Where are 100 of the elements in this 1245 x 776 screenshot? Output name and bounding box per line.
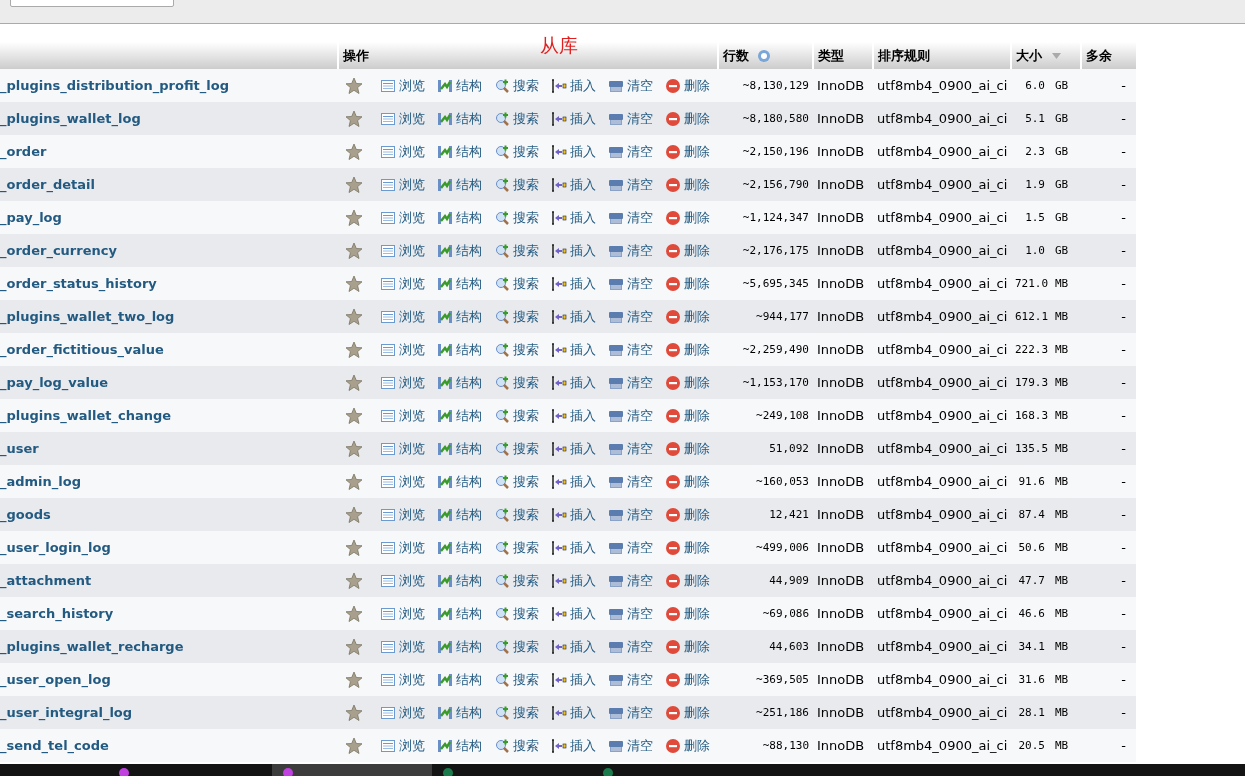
action-link[interactable]: 结构	[437, 406, 482, 425]
action-link[interactable]: 插入	[551, 373, 596, 392]
star-icon[interactable]	[345, 175, 363, 194]
action-link[interactable]: 浏览	[380, 274, 425, 293]
action-link[interactable]: 清空	[608, 538, 653, 557]
action-link[interactable]: 插入	[551, 142, 596, 161]
action-link[interactable]: 结构	[437, 175, 482, 194]
action-link[interactable]: 插入	[551, 406, 596, 425]
table-name-link[interactable]: _admin_log	[0, 474, 82, 489]
action-link[interactable]: 结构	[437, 109, 482, 128]
action-link[interactable]: 搜索	[494, 604, 539, 623]
help-icon[interactable]	[757, 49, 771, 63]
action-link[interactable]: 浏览	[380, 76, 425, 95]
action-link[interactable]: 浏览	[380, 505, 425, 524]
star-icon[interactable]	[345, 736, 363, 755]
action-link[interactable]: 删除	[665, 571, 710, 590]
action-link[interactable]: 结构	[437, 472, 482, 491]
action-link[interactable]: 搜索	[494, 406, 539, 425]
action-link[interactable]: 清空	[608, 736, 653, 755]
action-link[interactable]: 清空	[608, 373, 653, 392]
action-link[interactable]: 结构	[437, 241, 482, 260]
action-link[interactable]: 插入	[551, 637, 596, 656]
action-link[interactable]: 浏览	[380, 208, 425, 227]
star-icon[interactable]	[345, 307, 363, 326]
action-link[interactable]: 清空	[608, 571, 653, 590]
action-link[interactable]: 结构	[437, 340, 482, 359]
action-link[interactable]: 删除	[665, 241, 710, 260]
action-link[interactable]: 结构	[437, 538, 482, 557]
action-link[interactable]: 结构	[437, 274, 482, 293]
action-link[interactable]: 浏览	[380, 109, 425, 128]
action-link[interactable]: 搜索	[494, 109, 539, 128]
action-link[interactable]: 浏览	[380, 604, 425, 623]
action-link[interactable]: 插入	[551, 472, 596, 491]
table-name-link[interactable]: _order_detail	[0, 177, 95, 192]
star-icon[interactable]	[345, 208, 363, 227]
action-link[interactable]: 结构	[437, 439, 482, 458]
action-link[interactable]: 删除	[665, 736, 710, 755]
action-link[interactable]: 插入	[551, 538, 596, 557]
action-link[interactable]: 搜索	[494, 670, 539, 689]
action-link[interactable]: 浏览	[380, 472, 425, 491]
action-link[interactable]: 删除	[665, 340, 710, 359]
action-link[interactable]: 删除	[665, 142, 710, 161]
star-icon[interactable]	[345, 670, 363, 689]
action-link[interactable]: 插入	[551, 505, 596, 524]
action-link[interactable]: 删除	[665, 604, 710, 623]
table-name-link[interactable]: _goods	[0, 507, 51, 522]
star-icon[interactable]	[345, 109, 363, 128]
star-icon[interactable]	[345, 538, 363, 557]
action-link[interactable]: 删除	[665, 472, 710, 491]
table-name-link[interactable]: _user_login_log	[0, 540, 111, 555]
action-link[interactable]: 删除	[665, 703, 710, 722]
action-link[interactable]: 搜索	[494, 703, 539, 722]
action-link[interactable]: 删除	[665, 175, 710, 194]
action-link[interactable]: 删除	[665, 538, 710, 557]
action-link[interactable]: 浏览	[380, 670, 425, 689]
action-link[interactable]: 清空	[608, 505, 653, 524]
action-link[interactable]: 清空	[608, 406, 653, 425]
taskbar-button[interactable]	[272, 764, 432, 776]
action-link[interactable]: 结构	[437, 307, 482, 326]
action-link[interactable]: 插入	[551, 109, 596, 128]
action-link[interactable]: 结构	[437, 142, 482, 161]
action-link[interactable]: 浏览	[380, 736, 425, 755]
star-icon[interactable]	[345, 637, 363, 656]
action-link[interactable]: 搜索	[494, 637, 539, 656]
action-link[interactable]: 结构	[437, 703, 482, 722]
action-link[interactable]: 浏览	[380, 142, 425, 161]
action-link[interactable]: 清空	[608, 604, 653, 623]
action-link[interactable]: 清空	[608, 274, 653, 293]
app-icon[interactable]	[602, 767, 614, 776]
action-link[interactable]: 结构	[437, 571, 482, 590]
star-icon[interactable]	[345, 241, 363, 260]
table-name-link[interactable]: _search_history	[0, 606, 114, 621]
action-link[interactable]: 删除	[665, 274, 710, 293]
action-link[interactable]: 浏览	[380, 703, 425, 722]
table-name-link[interactable]: _order	[0, 144, 47, 159]
table-name-link[interactable]: _plugins_wallet_log	[0, 111, 141, 126]
action-link[interactable]: 删除	[665, 406, 710, 425]
action-link[interactable]: 搜索	[494, 241, 539, 260]
action-link[interactable]: 搜索	[494, 472, 539, 491]
table-name-link[interactable]: _user_integral_log	[0, 705, 133, 720]
action-link[interactable]: 清空	[608, 175, 653, 194]
action-link[interactable]: 搜索	[494, 142, 539, 161]
action-link[interactable]: 浏览	[380, 241, 425, 260]
action-link[interactable]: 插入	[551, 208, 596, 227]
action-link[interactable]: 删除	[665, 439, 710, 458]
star-icon[interactable]	[345, 703, 363, 722]
action-link[interactable]: 删除	[665, 76, 710, 95]
action-link[interactable]: 浏览	[380, 406, 425, 425]
action-link[interactable]: 插入	[551, 76, 596, 95]
sort-down-icon[interactable]	[1052, 53, 1061, 59]
action-link[interactable]: 搜索	[494, 340, 539, 359]
action-link[interactable]: 搜索	[494, 505, 539, 524]
action-link[interactable]: 清空	[608, 76, 653, 95]
action-link[interactable]: 结构	[437, 670, 482, 689]
action-link[interactable]: 插入	[551, 340, 596, 359]
star-icon[interactable]	[345, 406, 363, 425]
star-icon[interactable]	[345, 571, 363, 590]
column-header[interactable]: 行数	[723, 47, 749, 63]
action-link[interactable]: 结构	[437, 505, 482, 524]
action-link[interactable]: 结构	[437, 373, 482, 392]
